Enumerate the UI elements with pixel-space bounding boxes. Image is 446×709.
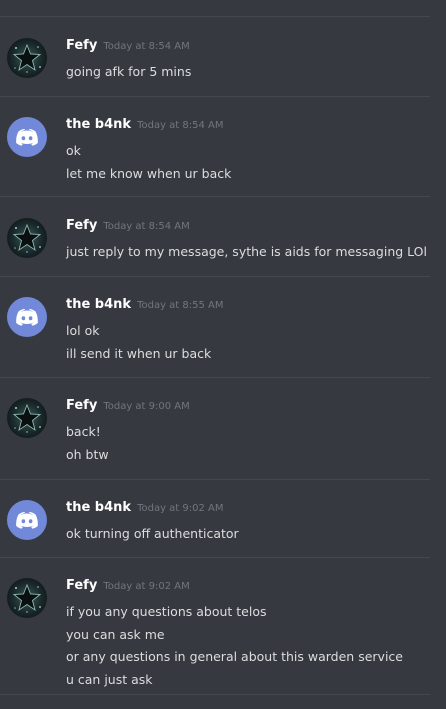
message-line: ill send it when ur back (66, 345, 212, 361)
message-header: the b4nk Today at 8:54 AM (66, 117, 224, 134)
message-header: the b4nk Today at 8:55 AM (66, 297, 224, 314)
star-avatar-icon[interactable] (7, 218, 47, 258)
message-content: just reply to my message, sythe is aids … (66, 241, 427, 264)
username[interactable]: Fefy (66, 218, 97, 233)
message-content: back! oh btw (66, 421, 109, 466)
message-header: Fefy Today at 8:54 AM (66, 218, 190, 235)
timestamp: Today at 8:54 AM (103, 41, 190, 52)
timestamp: Today at 8:54 AM (137, 120, 224, 131)
timestamp: Today at 9:02 AM (137, 503, 224, 514)
discord-avatar-icon[interactable] (7, 297, 47, 337)
message-divider (0, 276, 430, 277)
message-divider (0, 16, 430, 17)
timestamp: Today at 9:02 AM (103, 581, 190, 592)
message-line: oh btw (66, 446, 109, 462)
message-line: back! (66, 424, 101, 439)
message-divider (0, 557, 430, 558)
message-line: just reply to my message, sythe is aids … (66, 244, 427, 259)
message-line: or any questions in general about this w… (66, 649, 403, 664)
message-line: ok (66, 143, 81, 158)
message-line: let me know when ur back (66, 165, 232, 181)
username[interactable]: Fefy (66, 578, 97, 593)
username[interactable]: the b4nk (66, 500, 131, 515)
message-content: ok let me know when ur back (66, 140, 231, 185)
star-avatar-icon[interactable] (7, 38, 47, 78)
message-divider (0, 377, 430, 378)
message-content: lol ok ill send it when ur back (66, 320, 211, 365)
username[interactable]: Fefy (66, 398, 97, 413)
message-content: ok turning off authenticator (66, 523, 239, 546)
timestamp: Today at 9:00 AM (103, 401, 190, 412)
message-divider (0, 196, 430, 197)
message-header: Fefy Today at 8:54 AM (66, 38, 190, 55)
message-line: u can just ask (66, 671, 153, 687)
discord-avatar-icon[interactable] (7, 117, 47, 157)
message-line: if you any questions about telos (66, 604, 267, 619)
star-avatar-icon[interactable] (7, 398, 47, 438)
message-line: going afk for 5 mins (66, 64, 192, 79)
message-line: ok turning off authenticator (66, 526, 239, 541)
username[interactable]: the b4nk (66, 297, 131, 312)
message-divider (0, 694, 430, 695)
discord-avatar-icon[interactable] (7, 500, 47, 540)
message-line: lol ok (66, 323, 100, 338)
message-divider (0, 96, 430, 97)
message-header: Fefy Today at 9:02 AM (66, 578, 190, 595)
message-content: going afk for 5 mins (66, 61, 191, 84)
username[interactable]: the b4nk (66, 117, 131, 132)
message-header: Fefy Today at 9:00 AM (66, 398, 190, 415)
timestamp: Today at 8:54 AM (103, 221, 190, 232)
message-header: the b4nk Today at 9:02 AM (66, 500, 224, 517)
timestamp: Today at 8:55 AM (137, 300, 224, 311)
star-avatar-icon[interactable] (7, 578, 47, 618)
username[interactable]: Fefy (66, 38, 97, 53)
message-line: you can ask me (66, 626, 165, 642)
message-content: if you any questions about telos you can… (66, 601, 403, 691)
message-divider (0, 479, 430, 480)
